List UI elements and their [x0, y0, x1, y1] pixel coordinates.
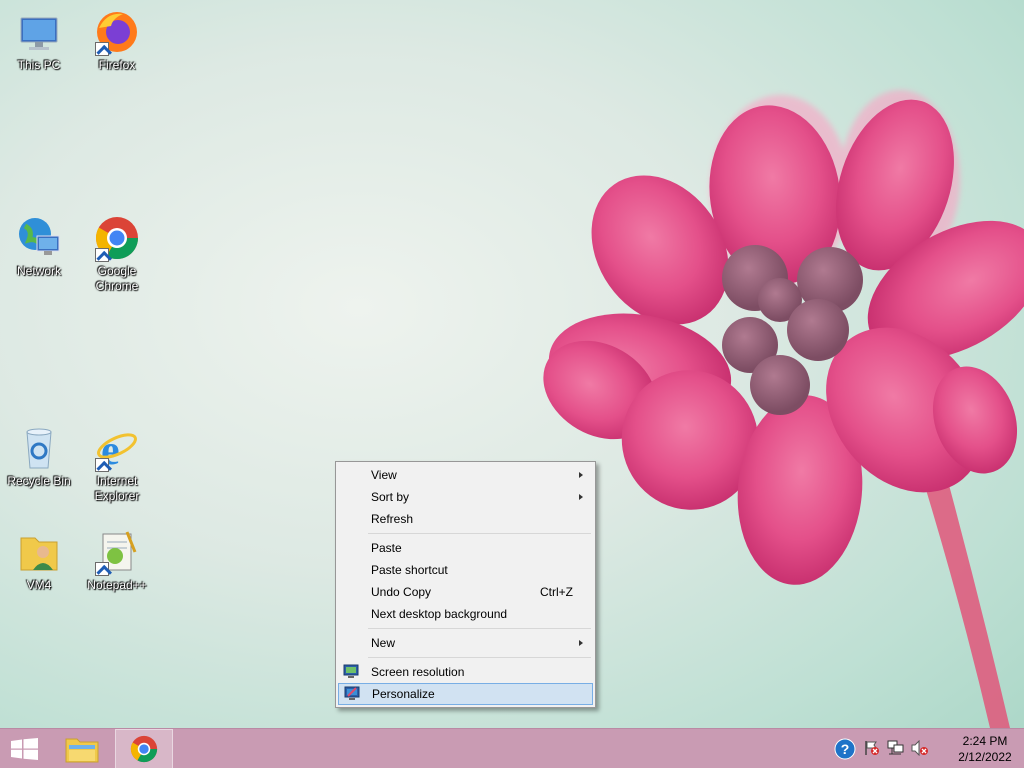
icon-label: VM4	[26, 578, 52, 592]
desktop-icon-vm4[interactable]: VM4	[0, 528, 78, 593]
submenu-arrow-icon	[579, 472, 583, 478]
desktop-icon-network[interactable]: Network	[0, 214, 78, 279]
menu-item-personalize[interactable]: Personalize	[338, 683, 593, 705]
icon-label: Internet Explorer	[94, 474, 140, 503]
icon-label: This PC	[17, 58, 61, 72]
desktop-icon-this-pc[interactable]: This PC	[0, 8, 78, 73]
recycle-bin-icon	[15, 424, 63, 472]
shortcut-arrow-icon	[95, 562, 109, 576]
this-pc-icon	[15, 8, 63, 56]
icon-label: Network	[16, 264, 61, 278]
menu-item-label: Next desktop background	[371, 607, 508, 621]
system-tray: ? 2:24 PM 2/12/2022	[834, 729, 1024, 768]
windows-logo-icon	[11, 738, 38, 763]
internet-explorer-icon: e	[93, 424, 141, 474]
chrome-icon	[93, 214, 141, 262]
desktop[interactable]: This PC Firefox Network Google Chrome Re…	[0, 0, 1024, 728]
desktop-icon-firefox[interactable]: Firefox	[78, 8, 156, 73]
menu-item-undo-copy[interactable]: Undo Copy Ctrl+Z	[338, 581, 593, 603]
menu-item-shortcut: Ctrl+Z	[540, 585, 573, 599]
clock-time: 2:24 PM	[962, 734, 1008, 748]
network-tray-icon[interactable]	[887, 740, 905, 759]
menu-separator	[338, 654, 593, 661]
submenu-arrow-icon	[579, 494, 583, 500]
shortcut-arrow-icon	[95, 248, 109, 262]
network-icon	[15, 214, 63, 262]
svg-text:?: ?	[841, 741, 850, 757]
desktop-context-menu: View Sort by Refresh Paste Paste shortcu…	[335, 461, 596, 708]
volume-muted-icon[interactable]	[911, 739, 929, 759]
menu-separator	[338, 625, 593, 632]
menu-item-label: New	[371, 636, 396, 650]
user-folder-icon	[15, 528, 63, 576]
icon-label: Recycle Bin	[7, 474, 71, 488]
screen-resolution-icon	[343, 664, 359, 679]
file-explorer-icon	[65, 735, 99, 766]
menu-item-refresh[interactable]: Refresh	[338, 508, 593, 530]
menu-item-label: Screen resolution	[371, 665, 465, 679]
taskbar-chrome-button[interactable]	[115, 729, 173, 768]
desktop-icon-google-chrome[interactable]: Google Chrome	[78, 214, 156, 294]
desktop-icon-recycle-bin[interactable]: Recycle Bin	[0, 424, 78, 489]
menu-item-label: Refresh	[371, 512, 414, 526]
menu-item-label: Paste	[371, 541, 402, 555]
shortcut-arrow-icon	[95, 42, 109, 56]
help-icon[interactable]: ?	[834, 738, 856, 763]
action-center-flag-icon[interactable]	[864, 740, 880, 759]
taskbar-file-explorer-button[interactable]	[57, 729, 105, 768]
menu-item-label: Personalize	[372, 687, 435, 701]
menu-item-label: View	[371, 468, 397, 482]
chrome-icon	[129, 734, 159, 767]
clock-date: 2/12/2022	[958, 750, 1012, 764]
icon-label: Google Chrome	[95, 264, 139, 293]
menu-item-paste-shortcut[interactable]: Paste shortcut	[338, 559, 593, 581]
menu-item-sort-by[interactable]: Sort by	[338, 486, 593, 508]
desktop-icon-notepad-plus-plus[interactable]: Notepad++	[78, 528, 156, 593]
clock[interactable]: 2:24 PM 2/12/2022	[954, 733, 1016, 765]
submenu-arrow-icon	[579, 640, 583, 646]
menu-item-view[interactable]: View	[338, 464, 593, 486]
firefox-icon	[93, 8, 141, 56]
personalize-icon	[344, 686, 360, 701]
menu-item-label: Paste shortcut	[371, 563, 448, 577]
taskbar: ? 2:24 PM 2/12/2022	[0, 728, 1024, 768]
menu-item-next-desktop-background[interactable]: Next desktop background	[338, 603, 593, 625]
menu-item-new[interactable]: New	[338, 632, 593, 654]
shortcut-arrow-icon	[95, 458, 109, 472]
menu-item-label: Sort by	[371, 490, 410, 504]
icon-label: Notepad++	[87, 578, 147, 592]
menu-separator	[338, 530, 593, 537]
icon-label: Firefox	[98, 58, 136, 72]
desktop-icon-internet-explorer[interactable]: e Internet Explorer	[78, 424, 156, 504]
start-button[interactable]	[0, 729, 48, 768]
menu-item-paste[interactable]: Paste	[338, 537, 593, 559]
notepad-plus-plus-icon	[93, 528, 141, 576]
menu-item-label: Undo Copy	[371, 585, 432, 599]
menu-item-screen-resolution[interactable]: Screen resolution	[338, 661, 593, 683]
